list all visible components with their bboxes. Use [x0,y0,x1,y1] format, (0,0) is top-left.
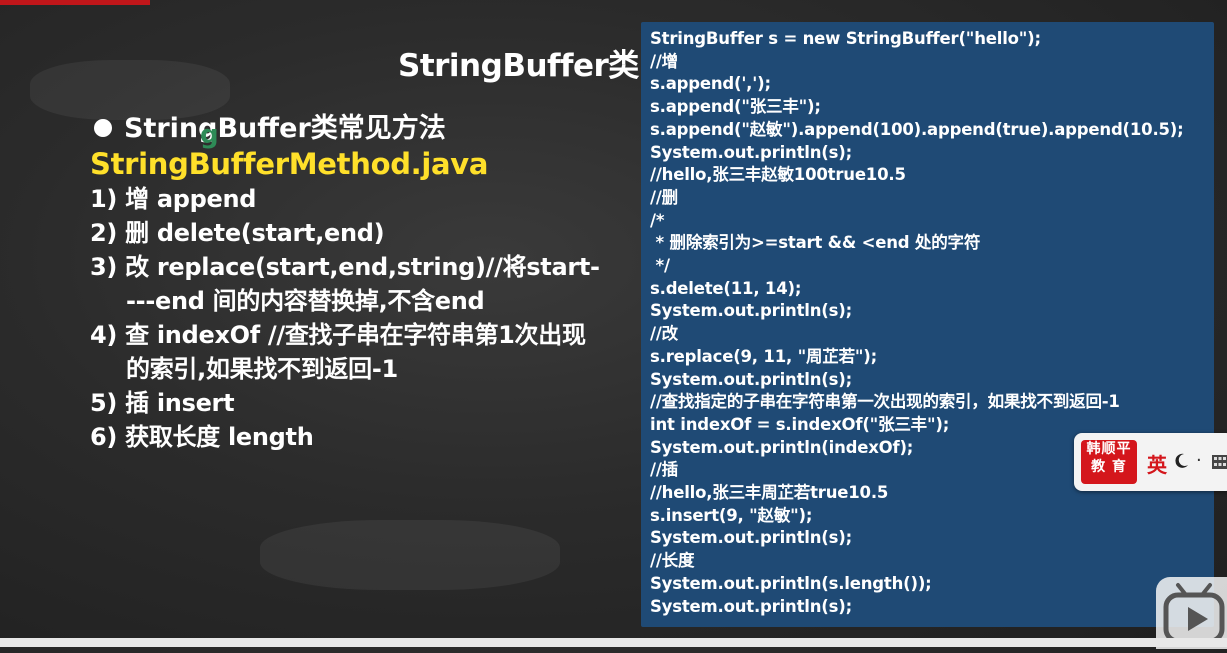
top-accent-bar [0,0,150,5]
code-line: s.replace(9, 11, "周芷若"); [650,346,878,366]
code-line: StringBuffer s = new StringBuffer("hello… [650,29,1041,48]
logo-line-1: 韩顺平 [1086,441,1132,457]
code-line: * 删除索引为>=start && <end 处的字符 [650,233,981,253]
bullet-heading: StringBuffer类常见方法 [90,112,600,146]
moon-icon[interactable] [1172,452,1190,470]
code-line: s.append(','); [650,74,771,94]
keyboard-grid-icon[interactable] [1212,455,1227,469]
bullet-dot-icon [94,119,112,137]
method-list: StringBuffer类常见方法 StringBufferMethod.jav… [90,112,600,454]
brand-logo: 韩顺平 教 育 [1081,440,1137,484]
code-panel: StringBuffer s = new StringBuffer("hello… [641,22,1214,627]
code-line: System.out.println(s); [650,528,852,548]
code-line: //查找指定的子串在字符串第一次出现的索引，如果找不到返回-1 [650,392,1120,412]
bottom-strip [0,638,1227,647]
chalk-smudge [30,60,230,120]
code-line: System.out.println(s); [650,596,852,616]
filename-label: StringBufferMethod.java [90,147,489,181]
code-line: s.insert(9, "赵敏"); [650,505,813,525]
code-line: //长度 [650,551,695,571]
method-item: 4) 查 indexOf //查找子串在字符串第1次出现的索引,如果找不到返回-… [90,321,586,383]
method-item: 3) 改 replace(start,end,string)//将start--… [90,253,600,315]
slide-title: StringBuffer类 [398,48,639,84]
code-line: //改 [650,324,678,344]
code-line: /* [650,210,665,230]
code-line: //hello,张三丰赵敏100true10.5 [650,165,906,185]
code-line: System.out.println(s); [650,142,852,162]
code-line: s.append("张三丰"); [650,97,821,117]
ime-language-toggle[interactable]: 英 [1147,449,1167,478]
pen-cursor-icon: g [200,120,219,150]
chalk-smudge [260,520,560,590]
code-line: s.delete(11, 14); [650,278,802,298]
method-item: 6) 获取长度 length [90,423,314,451]
bullet-heading-text: StringBuffer类常见方法 [124,113,446,144]
method-item: 2) 删 delete(start,end) [90,219,385,247]
code-line: //增 [650,51,678,71]
logo-line-2: 教 育 [1091,459,1127,475]
code-line: System.out.println(s); [650,369,852,389]
code-line: System.out.println(s); [650,301,852,321]
code-lines: StringBuffer s = new StringBuffer("hello… [641,22,1214,618]
ime-punctuation-toggle[interactable]: · [1196,450,1202,471]
ime-logo-widget[interactable]: 韩顺平 教 育 英 · [1074,433,1227,491]
code-line: */ [650,256,670,276]
code-line: System.out.println(s.length()); [650,573,932,593]
code-line: //删 [650,187,678,207]
method-item: 5) 插 insert [90,389,235,417]
method-item: 1) 增 append [90,185,257,213]
code-line: s.append("赵敏").append(100).append(true).… [650,119,1184,139]
